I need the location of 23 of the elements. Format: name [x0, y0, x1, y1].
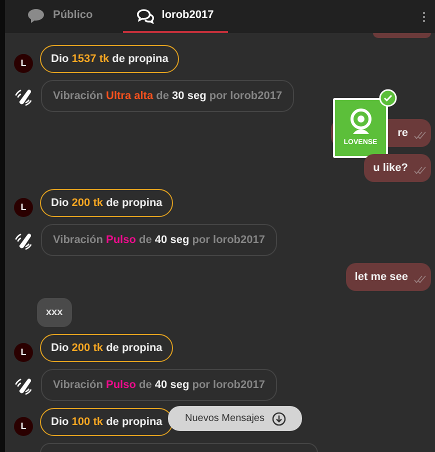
arrow-down-circle-icon	[272, 412, 286, 426]
read-ticks-icon	[414, 131, 426, 139]
read-ticks-icon	[414, 166, 426, 174]
user-avatar: L	[14, 343, 33, 362]
tip-message: Dio 200 tk de propina	[40, 189, 174, 217]
chat-tab[interactable]: Público	[27, 0, 123, 33]
new-messages-button[interactable]: Nuevos Mensajes	[168, 406, 302, 431]
vibration-message: Vibración Ultra alta de 30 seg por lorob2017	[41, 80, 294, 112]
sent-message: u like?	[364, 154, 431, 182]
sent-message: let me see	[346, 263, 431, 291]
speech-bubble-icon	[27, 8, 45, 24]
user-avatar: L	[14, 417, 33, 436]
user-avatar: L	[14, 54, 33, 73]
tip-message: Dio 200 tk de propina	[40, 334, 174, 362]
vibration-message: Vibración Pulso de 40 seg por lorob2017	[41, 369, 277, 401]
user-avatar: L	[14, 198, 33, 217]
read-ticks-icon	[414, 275, 426, 283]
vibration-message: Vibración Pulso de 40 seg por lorob2017	[41, 224, 277, 256]
chat-bubbles-icon	[136, 8, 154, 24]
chat-tab[interactable]: lorob2017	[122, 0, 228, 33]
webcam-icon	[348, 108, 374, 136]
tip-message: Dio 1537 tk de propina	[40, 45, 180, 73]
received-message: xxx	[37, 298, 72, 327]
